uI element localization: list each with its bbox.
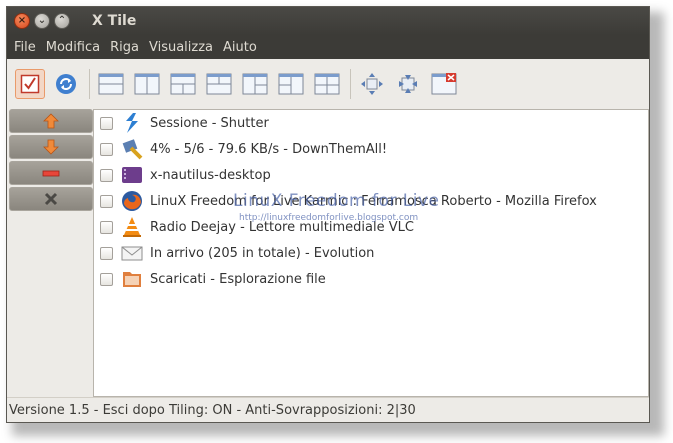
status-text: Versione 1.5 - Esci dopo Tiling: ON - An… [9,402,416,418]
folder-icon [120,267,144,291]
menu-riga[interactable]: Riga [105,40,144,55]
tile-triangle-up-button[interactable] [168,69,198,99]
arrow-down-icon [43,139,59,155]
checkbox-icon [20,74,40,94]
row-checkbox[interactable] [100,246,113,260]
row-label: Radio Deejay - Lettore multimediale VLC [150,219,414,235]
row-label: 4% - 5/6 - 79.6 KB/s - DownThemAll! [150,141,388,157]
list-item[interactable]: x-nautilus-desktop [94,162,648,188]
row-checkbox[interactable] [100,194,113,208]
close-windows-icon [431,73,457,95]
list-item[interactable]: 4% - 5/6 - 79.6 KB/s - DownThemAll! [94,136,648,162]
menu-aiuto[interactable]: Aiuto [218,40,262,55]
remove-row-button[interactable] [9,161,93,185]
mail-icon [120,241,144,265]
title-bar: × ⌄ ⌃ X Tile [7,7,649,35]
tile-triangle-left-button[interactable] [240,69,270,99]
window-title: X Tile [92,13,137,29]
row-checkbox[interactable] [100,220,113,234]
close-windows-button[interactable] [429,69,459,99]
tile-grid-icon [314,73,340,95]
tile-triangle-left-icon [242,73,268,95]
toolbar-separator [89,69,90,99]
maximize-windows-button[interactable] [357,69,387,99]
row-label: In arrivo (205 in totale) - Evolution [150,245,375,261]
tile-triangle-right-button[interactable] [276,69,306,99]
xtile-window: × ⌄ ⌃ X Tile File Modifica Riga Visualiz… [6,6,650,423]
toolbar [7,59,649,109]
tile-vertical-icon [134,73,160,95]
move-down-button[interactable] [9,135,93,159]
tile-triangle-up-icon [170,73,196,95]
close-icon [44,192,58,206]
move-up-button[interactable] [9,109,93,133]
row-checkbox[interactable] [100,116,113,130]
minimize-window-button[interactable]: ⌄ [34,13,50,29]
list-item[interactable]: Radio Deejay - Lettore multimediale VLC [94,214,648,240]
select-all-button[interactable] [15,69,45,99]
tile-horizontal-button[interactable] [96,69,126,99]
tile-triangle-down-button[interactable] [204,69,234,99]
row-label: LinuX Freedom for Live Karmic : Ferramos… [150,193,597,209]
arrow-up-icon [43,113,59,129]
firefox-icon [120,189,144,213]
downthemall-icon [120,137,144,161]
content-area: Sessione - Shutter 4% - 5/6 - 79.6 KB/s … [7,109,649,397]
minus-icon [42,170,60,177]
tile-grid-button[interactable] [312,69,342,99]
menu-bar: File Modifica Riga Visualizza Aiuto [7,35,649,59]
row-checkbox[interactable] [100,168,113,182]
delete-row-button[interactable] [9,187,93,211]
row-actions-sidebar [9,109,93,213]
refresh-icon [56,74,76,94]
close-window-button[interactable]: × [14,13,30,29]
menu-file[interactable]: File [9,40,41,55]
unmaximize-windows-button[interactable] [393,69,423,99]
maximize-window-button[interactable]: ⌃ [54,13,70,29]
nautilus-desktop-icon [120,163,144,187]
menu-modifica[interactable]: Modifica [41,40,105,55]
toolbar-separator [350,69,351,99]
unmaximize-icon [399,75,417,93]
list-item[interactable]: Scaricati - Esplorazione file [94,266,648,292]
tile-triangle-right-icon [278,73,304,95]
row-checkbox[interactable] [100,142,113,156]
maximize-icon [361,73,383,95]
maximize-icon: ⌃ [57,15,67,26]
row-label: Sessione - Shutter [150,115,269,131]
status-bar: Versione 1.5 - Esci dopo Tiling: ON - An… [7,397,649,422]
tile-horizontal-icon [98,73,124,95]
row-label: x-nautilus-desktop [150,167,271,183]
minimize-icon: ⌄ [37,15,47,26]
window-list: Sessione - Shutter 4% - 5/6 - 79.6 KB/s … [93,109,649,397]
tile-vertical-button[interactable] [132,69,162,99]
row-checkbox[interactable] [100,272,113,286]
close-icon: × [17,15,27,26]
tile-triangle-down-icon [206,73,232,95]
vlc-icon [120,215,144,239]
list-item[interactable]: In arrivo (205 in totale) - Evolution [94,240,648,266]
list-item[interactable]: LinuX Freedom for Live Karmic : Ferramos… [94,188,648,214]
shutter-icon [120,111,144,135]
menu-visualizza[interactable]: Visualizza [144,40,218,55]
list-item[interactable]: Sessione - Shutter [94,110,648,136]
refresh-button[interactable] [51,69,81,99]
row-label: Scaricati - Esplorazione file [150,271,326,287]
